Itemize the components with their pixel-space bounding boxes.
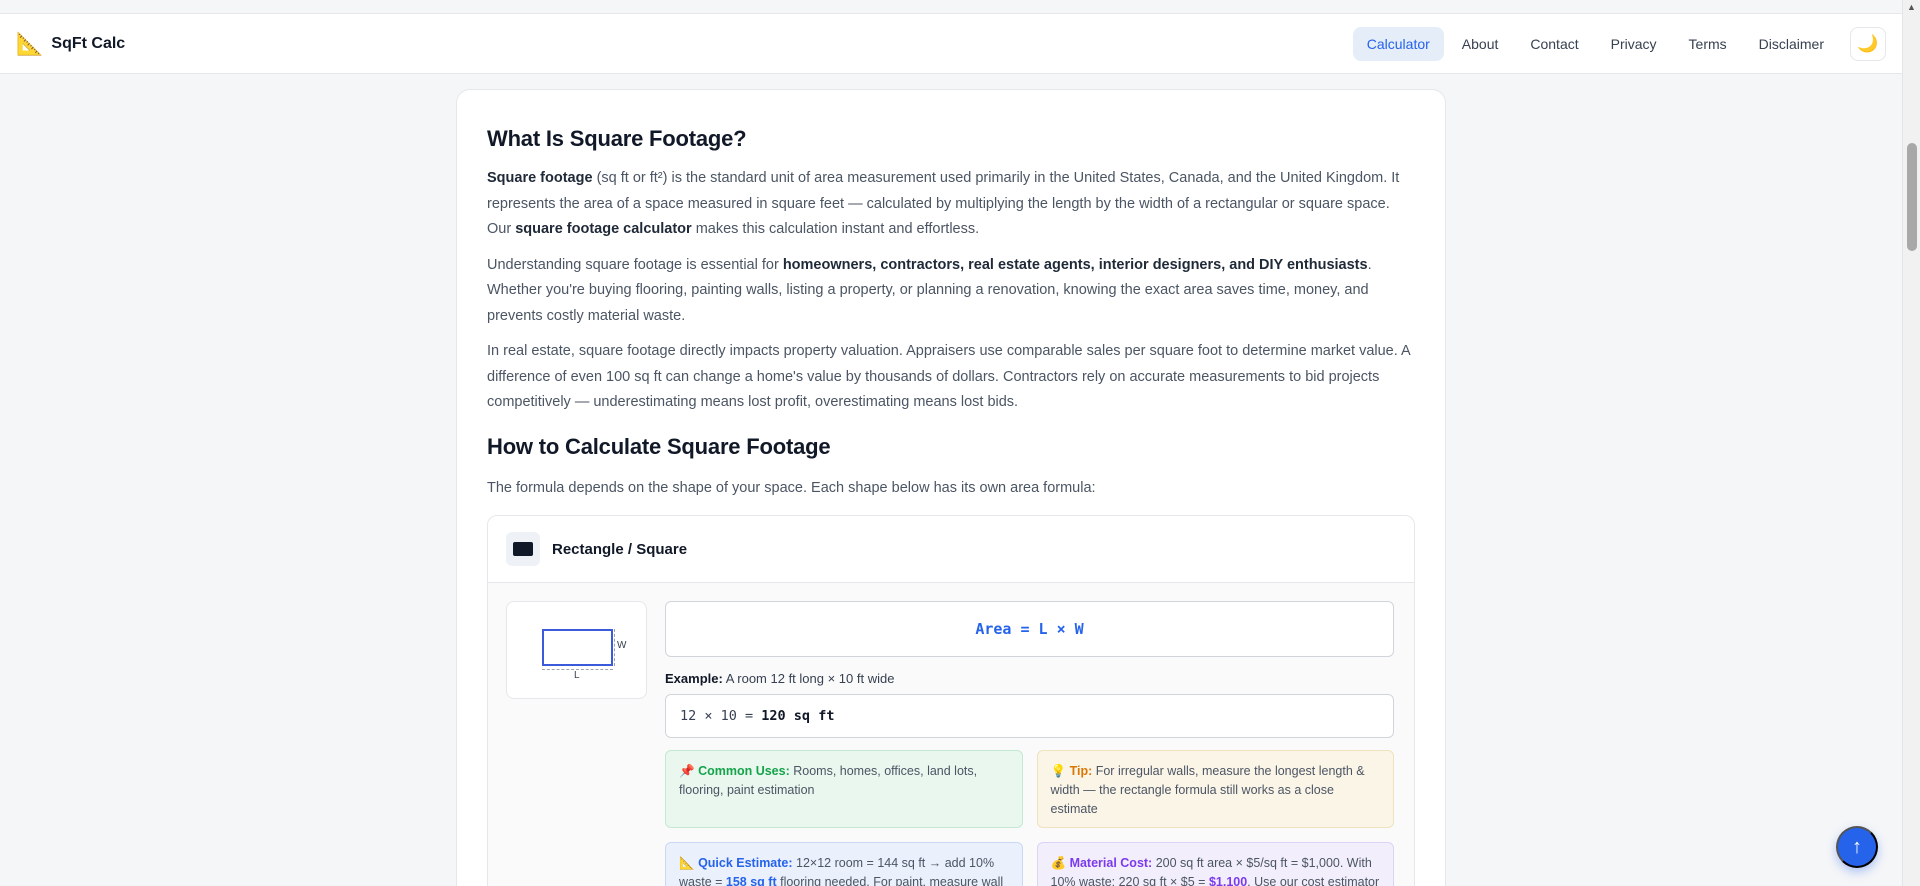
paragraph-real-estate: In real estate, square footage directly … [487, 343, 1410, 410]
paragraph-intro: The formula depends on the shape of your… [487, 479, 1096, 496]
section-title-what-is: What Is Square Footage? [487, 126, 747, 151]
tip-tip: 💡 Tip: For irregular walls, measure the … [1036, 750, 1394, 828]
calculation-box: 12 × 10 = 120 sq ft [665, 694, 1394, 738]
rectangle-diagram: W L [506, 601, 647, 699]
nav-links: Calculator About Contact Privacy Terms D… [1352, 26, 1886, 61]
tip-material-cost: 💰 Material Cost: 200 sq ft area × $5/sq … [1036, 842, 1394, 886]
shape-card-header[interactable]: Rectangle / Square [488, 516, 1414, 583]
shape-title: Rectangle / Square [552, 540, 688, 558]
theme-toggle-button[interactable]: 🌙 [1850, 26, 1886, 61]
navbar: 📐 SqFt Calc Calculator About Contact Pri… [0, 14, 1902, 74]
bold-text: square footage calculator [515, 221, 692, 237]
scrollbar-thumb[interactable] [1907, 143, 1917, 251]
tip-highlight: 158 sq ft [725, 875, 777, 886]
length-label: L [574, 670, 580, 681]
scroll-up-arrow-icon[interactable]: ▲ [1907, 2, 1916, 12]
ruler-triangle-icon: 📐 [16, 30, 44, 56]
money-bag-icon: 💰 [1050, 856, 1067, 870]
formula-column: Area = L × W Example: A room 12 ft long … [665, 601, 1394, 886]
tip-label: Quick Estimate: [698, 856, 793, 870]
ruler-triangle-icon: 📐 [679, 856, 695, 870]
section-title-how-to: How to Calculate Square Footage [487, 433, 831, 459]
calc-result: 120 sq ft [761, 708, 835, 724]
back-to-top-button[interactable]: ↑ [1836, 826, 1878, 868]
nav-link-calculator[interactable]: Calculator [1352, 26, 1444, 61]
tips-grid: 📌 Common Uses: Rooms, homes, offices, la… [665, 750, 1394, 886]
page-scrollbar[interactable]: ▲ [1902, 0, 1920, 886]
tip-common-uses: 📌 Common Uses: Rooms, homes, offices, la… [665, 750, 1023, 828]
width-dimension-line [614, 629, 615, 666]
lightbulb-icon: 💡 [1050, 764, 1067, 778]
tip-label: Material Cost: [1069, 856, 1153, 870]
nav-link-terms[interactable]: Terms [1675, 27, 1741, 61]
tip-highlight: $1,100 [1208, 875, 1248, 886]
tip-label: Common Uses: [698, 764, 790, 778]
brand-name: SqFt Calc [51, 34, 126, 52]
shape-card-rectangle: Rectangle / Square W L Area = L × W Exam… [487, 515, 1415, 886]
example-line: Example: A room 12 ft long × 10 ft wide [665, 671, 1394, 686]
shape-card-body: W L Area = L × W Example: A room 12 ft l… [488, 583, 1414, 886]
width-label: W [617, 640, 627, 651]
diagram-rectangle [542, 629, 613, 666]
example-label: Example: [665, 671, 723, 686]
bold-text: Square footage [487, 170, 593, 186]
bold-text: homeowners, contractors, real estate age… [782, 256, 1368, 273]
browser-top-strip [0, 0, 1902, 14]
paragraph-definition: Square footage (sq ft or ft²) is the sta… [487, 166, 1415, 243]
arrow-up-icon: ↑ [1852, 835, 1862, 858]
text: makes this calculation instant and effor… [691, 221, 980, 237]
example-text: A room 12 ft long × 10 ft wide [722, 671, 895, 686]
tip-text: For irregular walls, measure the longest… [1050, 764, 1365, 816]
nav-link-contact[interactable]: Contact [1516, 27, 1592, 61]
tip-quick-estimate: 📐 Quick Estimate: 12×12 room = 144 sq ft… [665, 842, 1023, 886]
calc-expression: 12 × 10 = [680, 708, 754, 724]
nav-link-privacy[interactable]: Privacy [1597, 27, 1671, 61]
brand-logo[interactable]: 📐 SqFt Calc [16, 30, 126, 56]
pushpin-icon: 📌 [679, 764, 695, 778]
rectangle-icon-wrap [506, 532, 540, 566]
paragraph-importance: Understanding square footage is essentia… [487, 253, 1415, 330]
nav-link-about[interactable]: About [1448, 27, 1513, 61]
rectangle-icon [513, 542, 533, 556]
nav-link-disclaimer[interactable]: Disclaimer [1745, 27, 1838, 61]
content-card: What Is Square Footage? Square footage (… [456, 89, 1446, 886]
formula-box: Area = L × W [665, 601, 1394, 657]
moon-icon: 🌙 [1857, 33, 1879, 53]
tip-label: Tip: [1069, 764, 1093, 778]
text: Understanding square footage is essentia… [487, 256, 783, 273]
